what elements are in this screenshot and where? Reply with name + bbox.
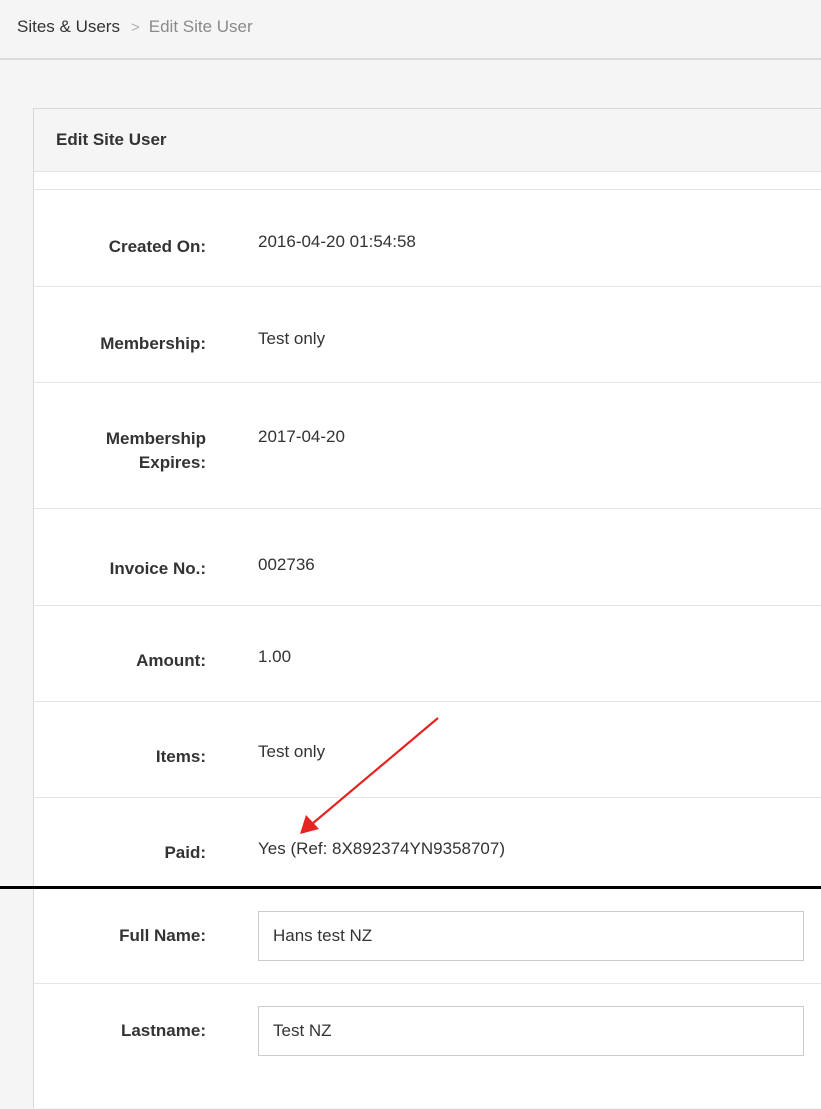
created-on-value: 2016-04-20 01:54:58	[258, 232, 416, 251]
breadcrumb-current: Edit Site User	[148, 17, 253, 36]
detail-row-membership-expires: Membership Expires: 2017-04-20	[34, 383, 821, 509]
top-bar: Sites & Users > Edit Site User	[0, 0, 821, 60]
full-name-label: Full Name:	[119, 926, 206, 945]
membership-value: Test only	[258, 329, 326, 348]
breadcrumb-separator: >	[130, 19, 140, 36]
created-on-label: Created On:	[108, 237, 206, 256]
breadcrumb: Sites & Users > Edit Site User	[17, 17, 253, 38]
detail-row-membership: Membership: Test only	[34, 287, 821, 383]
invoice-no-value: 002736	[258, 555, 315, 574]
paid-label: Paid:	[164, 843, 206, 862]
membership-expires-label: Membership Expires:	[105, 429, 206, 472]
form-row-full-name: Full Name:	[34, 890, 821, 984]
paid-section-divider	[0, 886, 821, 889]
lastname-label: Lastname:	[120, 1021, 206, 1040]
detail-row-paid: Paid: Yes (Ref: 8X892374YN9358707)	[34, 798, 821, 888]
full-name-input[interactable]	[258, 911, 804, 961]
breadcrumb-sites-users-link[interactable]: Sites & Users	[17, 17, 120, 36]
detail-row-items: Items: Test only	[34, 702, 821, 798]
amount-value: 1.00	[258, 647, 292, 666]
edit-site-user-panel: Edit Site User Created On: 2016-04-20 01…	[33, 108, 821, 1108]
detail-row-created-on: Created On: 2016-04-20 01:54:58	[34, 190, 821, 287]
amount-label: Amount:	[136, 651, 206, 670]
panel-header-spacer	[34, 172, 821, 190]
paid-value: Yes (Ref: 8X892374YN9358707)	[258, 839, 505, 858]
panel-header: Edit Site User	[34, 109, 821, 172]
panel-title: Edit Site User	[56, 130, 167, 149]
membership-label: Membership:	[100, 334, 206, 353]
form-row-lastname: Lastname:	[34, 984, 821, 1109]
membership-expires-value: 2017-04-20	[258, 427, 345, 446]
detail-row-invoice-no: Invoice No.: 002736	[34, 509, 821, 606]
lastname-input[interactable]	[258, 1006, 804, 1056]
detail-row-amount: Amount: 1.00	[34, 606, 821, 702]
invoice-no-label: Invoice No.:	[109, 559, 206, 578]
items-value: Test only	[258, 742, 326, 761]
items-label: Items:	[155, 747, 206, 766]
